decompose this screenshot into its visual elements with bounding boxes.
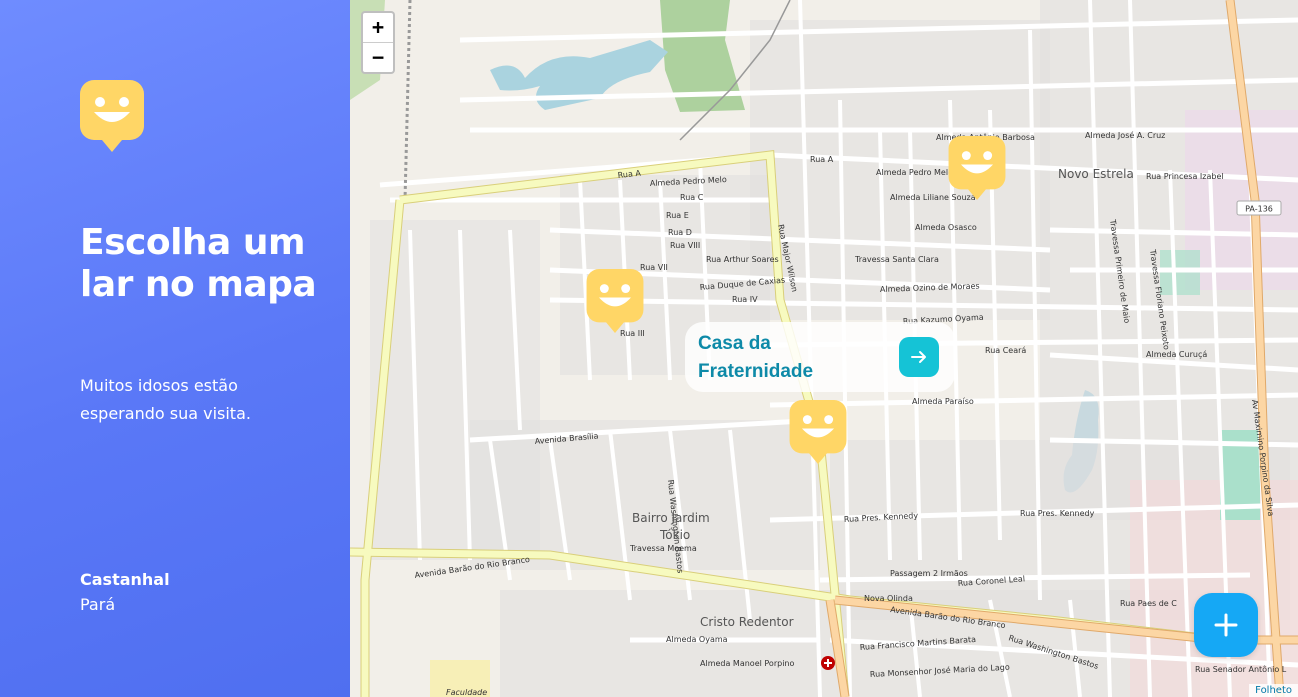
street-label: Almeda Oyama xyxy=(666,635,728,644)
street-label: Nova Olinda xyxy=(864,594,913,603)
popup-home-name: Casa da Fraternidade xyxy=(698,333,814,382)
add-home-button[interactable] xyxy=(1194,593,1258,657)
street-label: Rua D xyxy=(668,228,692,237)
map-marker-icon[interactable] xyxy=(789,400,847,464)
street-label: Rua VIII xyxy=(670,241,700,250)
arrow-right-icon xyxy=(911,351,926,363)
street-label: Rua Paes de C xyxy=(1120,599,1177,608)
smiley-logo-icon xyxy=(80,80,144,152)
area-label: Faculdade xyxy=(446,688,487,697)
street-label: Travessa Moema xyxy=(629,544,697,553)
zoom-in-button[interactable]: + xyxy=(363,13,393,43)
street-label: Almeda Pedro Melo xyxy=(876,168,953,177)
street-label: Almeda Curuçá xyxy=(1146,350,1207,359)
street-label: Rua A xyxy=(810,155,834,164)
marker-popup: Casa da Fraternidade xyxy=(685,322,955,392)
street-label: Rua Princesa Izabel xyxy=(1146,172,1224,181)
map[interactable]: PA-136 Rua A Almeda Pedro Melo Rua A Rua… xyxy=(350,0,1298,697)
area-label: Tókio xyxy=(659,528,690,542)
street-label: Almeda Paraíso xyxy=(912,397,974,406)
street-label: Rua Pres. Kennedy xyxy=(1020,509,1095,518)
street-label: Rua IV xyxy=(732,295,758,304)
street-label: Passagem 2 Irmãos xyxy=(890,569,968,578)
street-label: Travessa Santa Clara xyxy=(854,255,939,264)
street-label: Rua Arthur Soares xyxy=(706,255,779,264)
map-marker-icon[interactable] xyxy=(948,136,1006,200)
zoom-control: + − xyxy=(361,11,395,74)
pa136-label: PA-136 xyxy=(1245,205,1273,214)
map-attribution-link[interactable]: Folheto xyxy=(1249,684,1298,697)
map-marker-icon[interactable] xyxy=(586,269,644,333)
street-label: Rua VII xyxy=(640,263,668,272)
location-state: Pará xyxy=(80,595,116,614)
street-label: Rua E xyxy=(666,211,689,220)
location-city: Castanhal xyxy=(80,570,170,589)
area-label: Cristo Redentor xyxy=(700,615,794,629)
page-title: Escolha um lar no mapa xyxy=(80,222,317,305)
street-label: Almeda Manoel Porpino xyxy=(700,659,794,668)
street-label: Almeda Osasco xyxy=(915,223,977,232)
street-label: Rua Senador Antônio L xyxy=(1195,664,1287,674)
area-label: Novo Estrela xyxy=(1058,167,1134,181)
sidebar: Escolha um lar no mapa Muitos idosos est… xyxy=(0,0,350,697)
street-label: Rua C xyxy=(680,193,704,202)
popup-open-button[interactable] xyxy=(899,337,939,377)
plus-icon xyxy=(1214,613,1238,637)
area-label: Bairro Jardim xyxy=(632,511,710,525)
street-label: Almeda José A. Cruz xyxy=(1085,130,1165,140)
street-label: Rua Ceará xyxy=(985,346,1026,355)
page-subtitle: Muitos idosos estão esperando sua visita… xyxy=(80,376,251,423)
zoom-out-button[interactable]: − xyxy=(363,43,393,72)
